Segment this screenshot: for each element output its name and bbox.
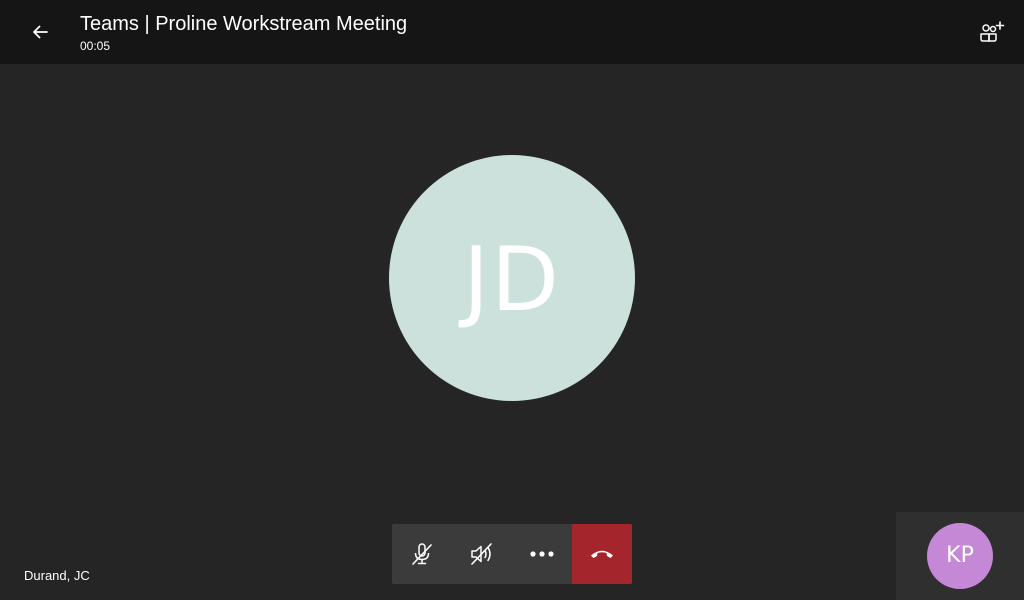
meeting-title: Teams | Proline Workstream Meeting bbox=[80, 13, 408, 35]
add-people-icon bbox=[978, 20, 1006, 44]
mic-off-icon bbox=[409, 541, 435, 567]
self-avatar: KP bbox=[927, 523, 993, 589]
speaker-off-icon bbox=[468, 541, 496, 567]
call-timer: 00:05 bbox=[80, 39, 111, 53]
hang-up-icon bbox=[589, 547, 615, 561]
call-window: Teams | Proline Workstream Meeting 00:05… bbox=[0, 0, 1024, 600]
self-view-tile[interactable]: KP bbox=[896, 512, 1024, 600]
participant-initials: JD bbox=[463, 228, 561, 331]
participant-name-label: Durand, JC bbox=[24, 568, 90, 583]
speaker-button[interactable] bbox=[452, 524, 512, 584]
add-people-button[interactable] bbox=[974, 14, 1010, 50]
more-options-button[interactable] bbox=[512, 524, 572, 584]
more-horizontal-icon bbox=[529, 550, 555, 558]
self-initials: KP bbox=[946, 543, 974, 568]
hang-up-button[interactable] bbox=[572, 524, 632, 584]
participant-avatar: JD bbox=[389, 155, 635, 401]
call-controls bbox=[392, 524, 632, 584]
call-header: Teams | Proline Workstream Meeting 00:05 bbox=[0, 0, 1024, 64]
arrow-left-icon bbox=[30, 22, 50, 42]
mute-button[interactable] bbox=[392, 524, 452, 584]
back-button[interactable] bbox=[20, 12, 60, 52]
